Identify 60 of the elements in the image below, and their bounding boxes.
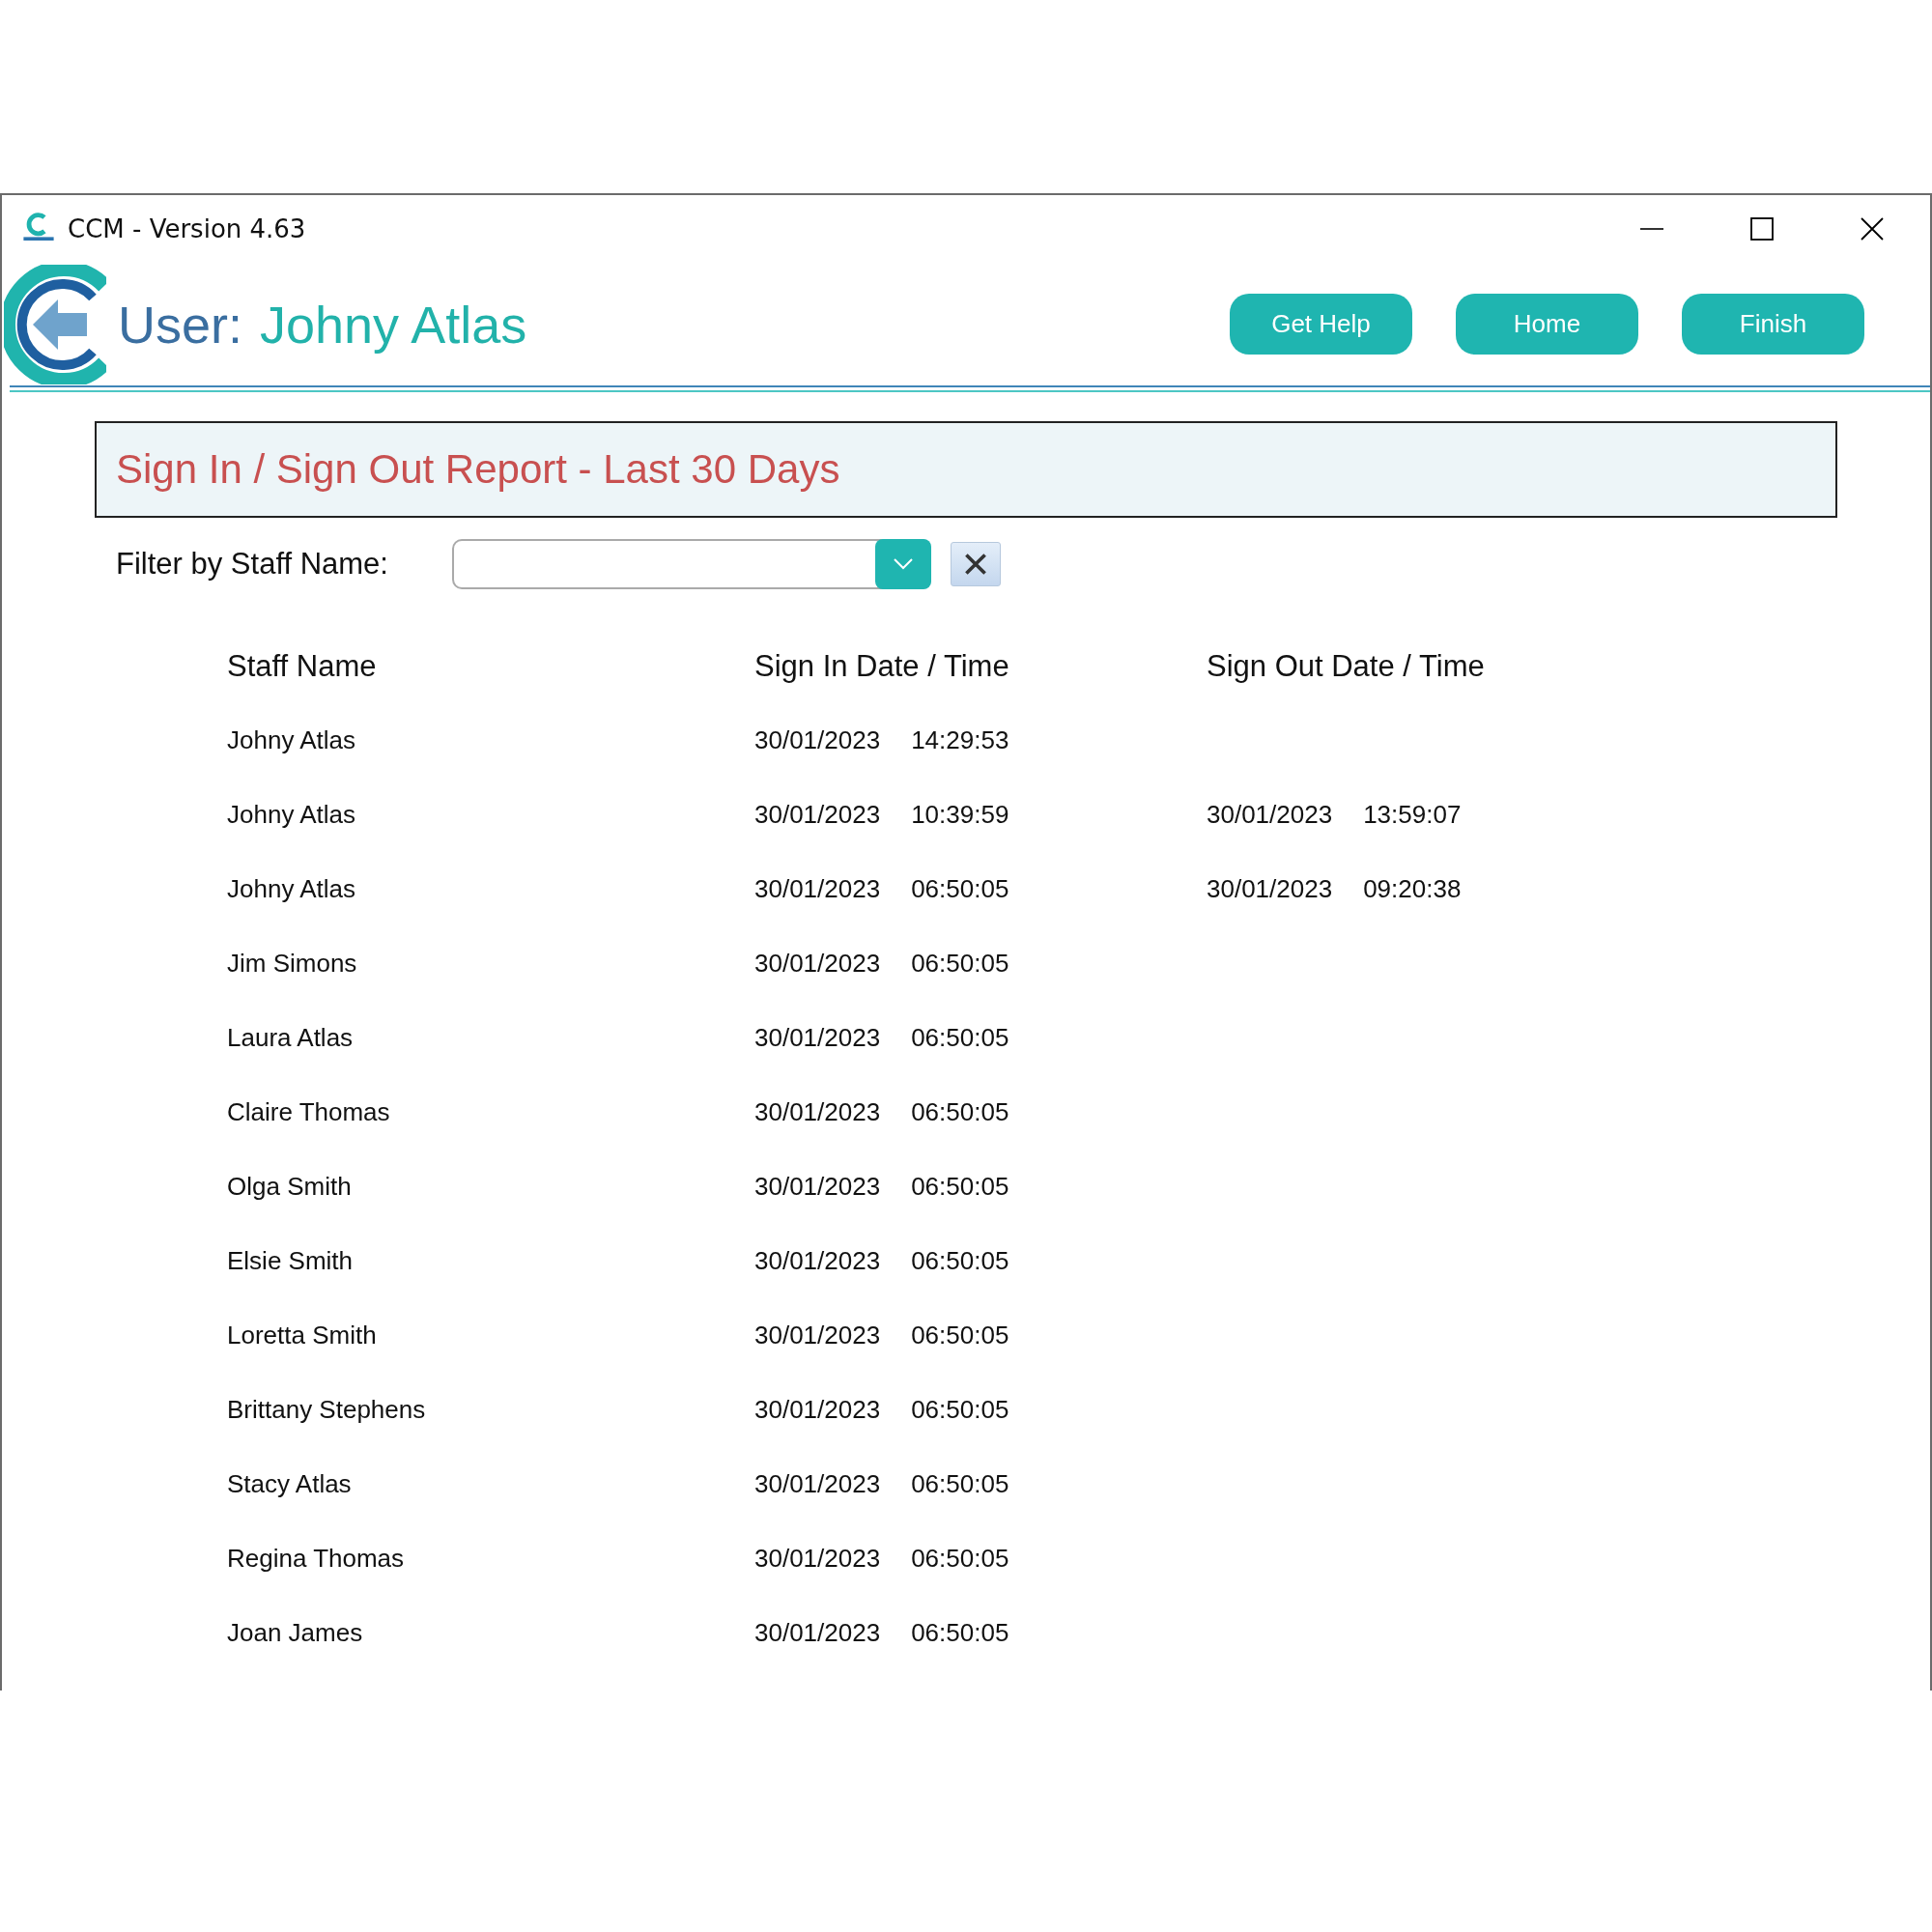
clear-filter-button[interactable] <box>951 541 1001 586</box>
sign-in-time: 06:50:05 <box>911 1395 1009 1425</box>
sign-in-time: 14:29:53 <box>911 725 1009 755</box>
staff-name-cell-text: Loretta Smith <box>227 1321 378 1350</box>
staff-name-cell-text: Johny Atlas <box>227 874 356 904</box>
header-button[interactable]: Home <box>1456 294 1638 355</box>
staff-name-cell-text: Laura Atlas <box>227 1023 355 1053</box>
staff-name-cell-text: Elsie Smith <box>227 1246 355 1276</box>
sign-in-date: 30/01/2023 <box>754 800 881 830</box>
window-title: CCM - Version 4.63 <box>68 214 306 243</box>
sign-in-date: 30/01/2023 <box>754 725 881 755</box>
user-name: Johny Atlas <box>260 294 527 355</box>
sign-in-time: 06:50:05 <box>911 1246 1009 1276</box>
column-header: Sign In Date / Time <box>754 648 1010 684</box>
caret-icon <box>894 557 913 570</box>
sign-in-time: 06:50:05 <box>911 1097 1009 1127</box>
sign-in-time: 06:50:05 <box>911 1618 1009 1648</box>
sign-in-date: 30/01/2023 <box>754 1469 881 1499</box>
filter-label: Filter by Staff Name: <box>116 546 389 582</box>
column-header: Sign Out Date / Time <box>1207 648 1486 684</box>
sign-in-date: 30/01/2023 <box>754 949 881 979</box>
sign-out-time: 13:59:07 <box>1363 800 1462 830</box>
column-header: Staff Name <box>227 648 378 684</box>
sign-in-date: 30/01/2023 <box>754 1395 881 1425</box>
close-icon <box>964 552 987 576</box>
report-title: Sign In / Sign Out Report - Last 30 Days <box>95 421 1837 518</box>
sign-in-time: 06:50:05 <box>911 1172 1009 1202</box>
sign-in-date: 30/01/2023 <box>754 874 881 904</box>
sign-in-date: 30/01/2023 <box>754 1172 881 1202</box>
staff-name-cell-text: Olga Smith <box>227 1172 353 1202</box>
back-logo-icon <box>4 264 106 384</box>
close-icon[interactable] <box>1861 217 1884 241</box>
sign-in-date: 30/01/2023 <box>754 1097 881 1127</box>
staff-name-cell-text: Johny Atlas <box>227 800 356 830</box>
staff-name-cell-text: Johny Atlas <box>227 725 356 755</box>
sign-in-time: 10:39:59 <box>911 800 1009 830</box>
staff-name-cell-text: Brittany Stephens <box>227 1395 427 1425</box>
header-button[interactable]: Get Help <box>1230 294 1412 355</box>
sign-out-date: 30/01/2023 <box>1207 800 1333 830</box>
sign-in-date: 30/01/2023 <box>754 1544 881 1574</box>
staff-name-cell-text: Joan James <box>227 1618 364 1648</box>
sign-in-time: 06:50:05 <box>911 1544 1009 1574</box>
sign-in-time: 06:50:05 <box>911 874 1009 904</box>
sign-in-date: 30/01/2023 <box>754 1023 881 1053</box>
maximize-icon[interactable] <box>1750 217 1774 241</box>
staff-name-cell-text: Claire Thomas <box>227 1097 391 1127</box>
user-label: User: <box>118 294 242 355</box>
sign-in-date: 30/01/2023 <box>754 1321 881 1350</box>
sign-in-time: 06:50:05 <box>911 1023 1009 1053</box>
staff-name-cell-text: Stacy Atlas <box>227 1469 353 1499</box>
sign-out-date: 30/01/2023 <box>1207 874 1333 904</box>
sign-in-date: 30/01/2023 <box>754 1246 881 1276</box>
staff-name-cell-text: Jim Simons <box>227 949 358 979</box>
sign-out-time: 09:20:38 <box>1363 874 1462 904</box>
sign-in-time: 06:50:05 <box>911 1469 1009 1499</box>
sign-in-date: 30/01/2023 <box>754 1618 881 1648</box>
staff-name-cell-text: Regina Thomas <box>227 1544 406 1574</box>
sign-in-time: 06:50:05 <box>911 949 1009 979</box>
sign-in-time: 06:50:05 <box>911 1321 1009 1350</box>
header-button[interactable]: Finish <box>1682 294 1864 355</box>
